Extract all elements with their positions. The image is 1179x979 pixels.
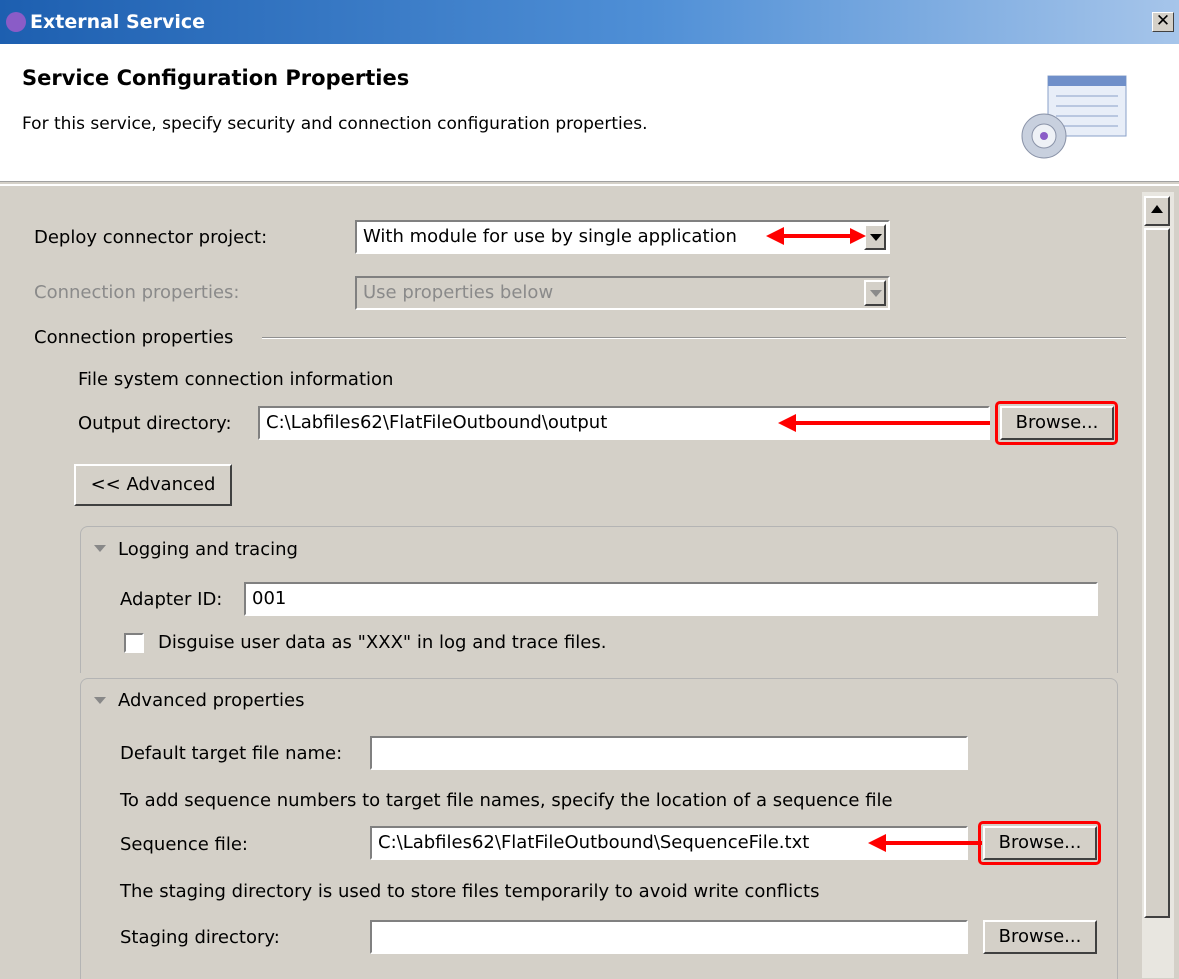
- annotation-arrow-line: [782, 234, 852, 238]
- connection-group-label: Connection properties: [34, 327, 234, 348]
- close-icon: ✕: [1155, 11, 1171, 31]
- default-target-label: Default target file name:: [120, 743, 343, 764]
- adapter-id-input[interactable]: 001: [244, 582, 1098, 616]
- deploy-select-value: With module for use by single applicatio…: [363, 226, 737, 247]
- default-target-input[interactable]: [370, 736, 968, 770]
- expand-triangle-icon[interactable]: [94, 697, 106, 704]
- window-title: External Service: [30, 11, 206, 33]
- expand-triangle-icon[interactable]: [94, 545, 106, 552]
- annotation-highlight-box: [978, 821, 1101, 865]
- scroll-up-icon[interactable]: [1144, 196, 1170, 226]
- dropdown-arrow-icon: [864, 280, 886, 306]
- logging-section-title[interactable]: Logging and tracing: [118, 539, 298, 561]
- file-system-heading: File system connection information: [78, 369, 394, 390]
- connection-select-label: Connection properties:: [34, 282, 240, 303]
- staging-directory-label: Staging directory:: [120, 927, 280, 948]
- disguise-checkbox-label: Disguise user data as "XXX" in log and t…: [158, 632, 607, 653]
- output-directory-value: C:\Labfiles62\FlatFileOutbound\output: [266, 412, 608, 433]
- advanced-properties-title[interactable]: Advanced properties: [118, 690, 305, 712]
- advanced-toggle-button[interactable]: << Advanced: [74, 464, 232, 506]
- annotation-arrow-line: [794, 421, 990, 425]
- scrollbar-thumb[interactable]: [1144, 228, 1170, 918]
- staging-note: The staging directory is used to store f…: [120, 881, 820, 902]
- sequence-file-label: Sequence file:: [120, 834, 248, 855]
- separator: [0, 184, 1179, 186]
- deploy-label: Deploy connector project:: [34, 227, 268, 248]
- close-button[interactable]: ✕: [1152, 12, 1174, 32]
- annotation-arrow-head-right: [850, 228, 866, 244]
- sequence-file-value: C:\Labfiles62\FlatFileOutbound\SequenceF…: [378, 832, 810, 853]
- annotation-arrow-line: [884, 841, 982, 845]
- page-title: Service Configuration Properties: [22, 66, 410, 90]
- app-icon: [6, 12, 26, 32]
- page-description: For this service, specify security and c…: [22, 114, 648, 134]
- staging-directory-input[interactable]: [370, 920, 968, 954]
- disguise-checkbox[interactable]: [124, 633, 144, 653]
- sequence-note: To add sequence numbers to target file n…: [120, 790, 893, 811]
- staging-browse-button[interactable]: Browse...: [983, 920, 1097, 954]
- annotation-highlight-box: [995, 401, 1118, 445]
- output-directory-label: Output directory:: [78, 413, 232, 434]
- wizard-graphic: [1021, 75, 1127, 159]
- connection-select: Use properties below: [355, 276, 890, 310]
- adapter-id-label: Adapter ID:: [120, 589, 223, 610]
- connection-select-value: Use properties below: [363, 282, 554, 303]
- dropdown-arrow-icon[interactable]: [864, 224, 886, 250]
- adapter-id-value: 001: [252, 588, 287, 609]
- group-divider: [262, 337, 1126, 339]
